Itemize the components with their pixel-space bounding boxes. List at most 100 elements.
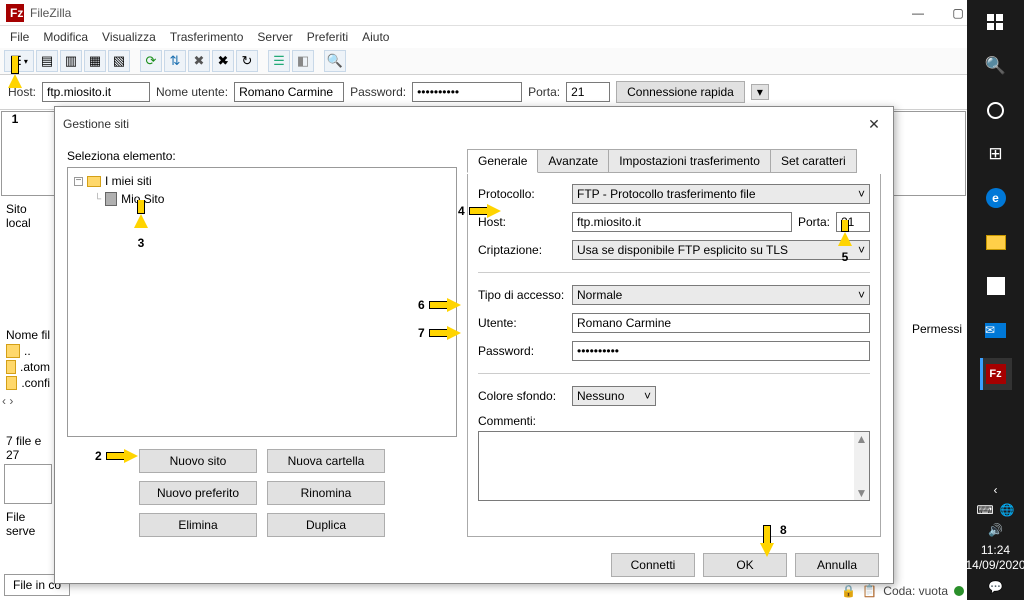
menu-view[interactable]: Visualizza [102, 30, 156, 44]
tab-transfer[interactable]: Impostazioni trasferimento [608, 149, 771, 173]
layout4-icon[interactable]: ▧ [108, 50, 130, 72]
chevron-up-icon[interactable]: ‹ [994, 483, 998, 497]
user-label: Utente: [478, 316, 566, 330]
refresh-icon[interactable]: ⟳ [140, 50, 162, 72]
store-icon[interactable]: 🛍 [980, 270, 1012, 302]
filter-icon[interactable]: ☰ [268, 50, 290, 72]
password-input[interactable] [412, 82, 522, 102]
chevron-down-icon: ˅ [858, 243, 865, 257]
quickconnect-button[interactable]: Connessione rapida [616, 81, 745, 103]
rename-button[interactable]: Rinomina [267, 481, 385, 505]
annotation-8: 8 [760, 525, 774, 557]
tab-advanced[interactable]: Avanzate [537, 149, 609, 173]
comments-textarea[interactable]: ▲▼ [478, 431, 870, 501]
encryption-select[interactable]: Usa se disponibile FTP esplicito su TLS˅ [572, 240, 870, 260]
access-type-label: Tipo di accesso: [478, 288, 566, 302]
reconnect-icon[interactable]: ↻ [236, 50, 258, 72]
annotation-1: 1 [8, 56, 22, 126]
dialog-title: Gestione siti [63, 117, 863, 131]
user-field[interactable] [572, 313, 870, 333]
list-item[interactable]: .atom [6, 360, 50, 374]
keyboard-icon[interactable]: ⌨ [976, 503, 993, 517]
local-site-label: Sito local [6, 202, 48, 230]
password-label: Password: [350, 85, 406, 99]
filezilla-taskbar-icon[interactable]: Fz [980, 358, 1012, 390]
chevron-down-icon: ˅ [858, 288, 865, 302]
port-label: Porta: [528, 85, 560, 99]
search-icon[interactable]: 🔍 [980, 50, 1012, 82]
cancel-button[interactable]: Annulla [795, 553, 879, 577]
access-type-select[interactable]: Normale˅ [572, 285, 870, 305]
port-input[interactable] [566, 82, 610, 102]
tab-general[interactable]: Generale [467, 149, 538, 173]
password-field[interactable] [572, 341, 870, 361]
username-label: Nome utente: [156, 85, 228, 99]
minimize-button[interactable]: — [898, 0, 938, 26]
list-item[interactable]: .. [6, 344, 50, 358]
mail-icon[interactable]: ✉ [980, 314, 1012, 346]
new-folder-button[interactable]: Nuova cartella [267, 449, 385, 473]
edge-icon[interactable]: e [980, 182, 1012, 214]
cancel-icon[interactable]: ✖ [188, 50, 210, 72]
quickconnect-dropdown[interactable]: ▾ [751, 84, 769, 100]
disconnect-icon[interactable]: ✖̵ [212, 50, 234, 72]
clock[interactable]: 11:24 14/09/2020 [965, 543, 1024, 574]
files-summary: 7 file e 27 [6, 434, 50, 462]
layout-icon[interactable]: ▤ [36, 50, 58, 72]
port-label: Porta: [798, 215, 830, 229]
compare-icon[interactable]: ◧ [292, 50, 314, 72]
settings-tabs: Generale Avanzate Impostazioni trasferim… [467, 149, 881, 174]
toolbar: ☰ ▤ ▥ ▦ ▧ ⟳ ⇅ ✖ ✖̵ ↻ ☰ ◧ 🔍 [0, 48, 1024, 75]
host-input[interactable] [42, 82, 150, 102]
comments-label: Commenti: [478, 414, 870, 428]
password-label: Password: [478, 344, 566, 358]
encryption-label: Criptazione: [478, 243, 566, 257]
site-tree[interactable]: − I miei siti └ Mio Sito [67, 167, 457, 437]
menu-edit[interactable]: Modifica [43, 30, 88, 44]
server-icon [105, 192, 117, 206]
scroll-down-icon[interactable]: ▼ [856, 486, 868, 500]
annotation-4: 4 [458, 204, 501, 218]
scroll-up-icon[interactable]: ▲ [856, 432, 868, 446]
tab-charset[interactable]: Set caratteri [770, 149, 857, 173]
delete-button[interactable]: Elimina [139, 513, 257, 537]
notifications-icon[interactable]: 💬 [988, 580, 1003, 594]
permissions-column-header: Permessi [912, 322, 962, 336]
connect-button[interactable]: Connetti [611, 553, 695, 577]
chevron-down-icon: ˅ [858, 187, 865, 201]
annotation-6: 6 [418, 298, 461, 312]
new-site-button[interactable]: Nuovo sito [139, 449, 257, 473]
folder-icon [6, 360, 16, 374]
host-field[interactable] [572, 212, 792, 232]
volume-icon[interactable]: 🔊 [988, 523, 1003, 537]
start-icon[interactable] [980, 6, 1012, 38]
file-server-label: File serve [6, 510, 50, 538]
taskview-icon[interactable]: ⊞ [980, 138, 1012, 170]
cortana-icon[interactable] [980, 94, 1012, 126]
menu-help[interactable]: Aiuto [362, 30, 389, 44]
layout3-icon[interactable]: ▦ [84, 50, 106, 72]
collapse-icon[interactable]: − [74, 177, 83, 186]
window-title: FileZilla [30, 6, 898, 20]
select-element-label: Seleziona elemento: [67, 149, 457, 163]
site-manager-dialog: Gestione siti ✕ Seleziona elemento: − I … [54, 106, 894, 584]
tree-root-item[interactable]: − I miei siti [74, 174, 450, 188]
menu-server[interactable]: Server [257, 30, 292, 44]
binoculars-icon[interactable]: 🔍 [324, 50, 346, 72]
menu-file[interactable]: File [10, 30, 29, 44]
protocol-select[interactable]: FTP - Protocollo trasferimento file˅ [572, 184, 870, 204]
dialog-close-button[interactable]: ✕ [863, 113, 885, 135]
status-dot-icon [954, 586, 964, 596]
bgcolor-select[interactable]: Nessuno˅ [572, 386, 656, 406]
explorer-icon[interactable] [980, 226, 1012, 258]
network-icon[interactable]: 🌐 [1000, 503, 1015, 517]
ok-button[interactable]: OK [703, 553, 787, 577]
layout2-icon[interactable]: ▥ [60, 50, 82, 72]
duplicate-button[interactable]: Duplica [267, 513, 385, 537]
username-input[interactable] [234, 82, 344, 102]
list-item[interactable]: .confi [6, 376, 50, 390]
menu-favorites[interactable]: Preferiti [307, 30, 348, 44]
new-favorite-button[interactable]: Nuovo preferito [139, 481, 257, 505]
process-queue-icon[interactable]: ⇅ [164, 50, 186, 72]
menu-transfer[interactable]: Trasferimento [170, 30, 244, 44]
